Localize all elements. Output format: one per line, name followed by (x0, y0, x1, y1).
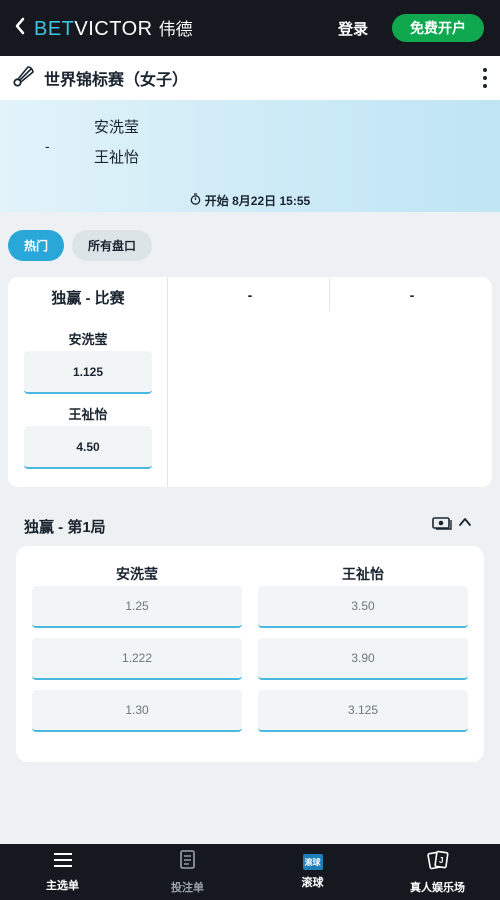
odds-button[interactable]: 1.30 (32, 690, 242, 732)
odds-button[interactable]: 1.25 (32, 586, 242, 628)
betslip-icon (179, 849, 197, 875)
score: - (45, 138, 50, 154)
signup-button[interactable]: 免费开户 (392, 14, 484, 42)
market-column-2: - (247, 287, 253, 303)
selection-name: 安洗莹 (68, 332, 108, 347)
market-column-3: - (409, 287, 415, 303)
nav-label: 真人娱乐场 (410, 881, 465, 894)
nav-main-menu[interactable]: 主选单 (0, 844, 125, 900)
odds-button[interactable]: 1.125 (24, 351, 152, 394)
selection-name: 王祉怡 (68, 407, 108, 422)
bottom-navigation: 主选单 投注单 滚球 滚球 J 真人娱乐场 (0, 844, 500, 900)
market-title: 独赢 - 比赛 (51, 290, 125, 307)
svg-text:J: J (439, 856, 443, 865)
nav-betslip[interactable]: 投注单 (125, 844, 250, 900)
logo-cn-text: 伟德 (158, 20, 193, 39)
nav-label: 投注单 (171, 881, 204, 894)
live-icon: 滚球 (302, 854, 323, 870)
odds-button[interactable]: 3.125 (258, 690, 468, 732)
start-time-text: 开始 8月22日 15:55 (204, 194, 311, 208)
odds-button[interactable]: 3.50 (258, 586, 468, 628)
set1-winner-card: 安洗莹 王祉怡 1.25 3.50 1.222 3.90 1.30 3.125 (16, 546, 484, 762)
section-title: 独赢 - 第1局 (24, 519, 106, 536)
odds-button[interactable]: 4.50 (24, 426, 152, 469)
match-winner-card: 独赢 - 比赛 - - 安洗莹 1.125 王祉怡 4.50 (8, 277, 492, 487)
event-title-bar: 世界锦标赛（女子） (0, 56, 500, 100)
top-bar: BET VICTOR 伟德 登录 免费开户 (0, 0, 500, 56)
player-2-name: 王祉怡 (94, 149, 140, 166)
tab-hot[interactable]: 热门 (8, 230, 64, 261)
nav-label: 主选单 (46, 879, 79, 892)
logo-bet-text: BET (34, 18, 75, 40)
column-header: 安洗莹 (116, 566, 158, 582)
cash-out-icon[interactable] (432, 516, 452, 530)
stopwatch-icon (190, 193, 201, 208)
logo-victor-text: VICTOR (74, 18, 153, 40)
nav-label: 滚球 (301, 877, 324, 889)
nav-live[interactable]: 滚球 滚球 (250, 844, 375, 900)
hamburger-menu-icon (53, 852, 73, 873)
login-button[interactable]: 登录 (338, 18, 368, 39)
playing-cards-icon: J (426, 850, 449, 875)
odds-button[interactable]: 1.222 (32, 638, 242, 680)
player-1-name: 安洗莹 (94, 119, 140, 136)
badminton-shuttlecock-icon (12, 64, 36, 93)
start-time: 开始 8月22日 15:55 (0, 192, 500, 209)
betvictor-logo[interactable]: BET VICTOR 伟德 (34, 15, 193, 41)
scoreboard-hero: - 安洗莹 王祉怡 开始 8月22日 15:55 (0, 100, 500, 212)
odds-button[interactable]: 3.90 (258, 638, 468, 680)
nav-live-casino[interactable]: J 真人娱乐场 (375, 844, 500, 900)
column-divider (329, 277, 330, 311)
tab-all-markets[interactable]: 所有盘口 (72, 230, 152, 261)
chevron-left-icon[interactable] (14, 17, 32, 39)
chevron-up-icon[interactable] (458, 515, 472, 529)
event-title: 世界锦标赛（女子） (44, 72, 189, 89)
more-vertical-icon[interactable] (480, 66, 490, 90)
column-header: 王祉怡 (342, 566, 384, 582)
